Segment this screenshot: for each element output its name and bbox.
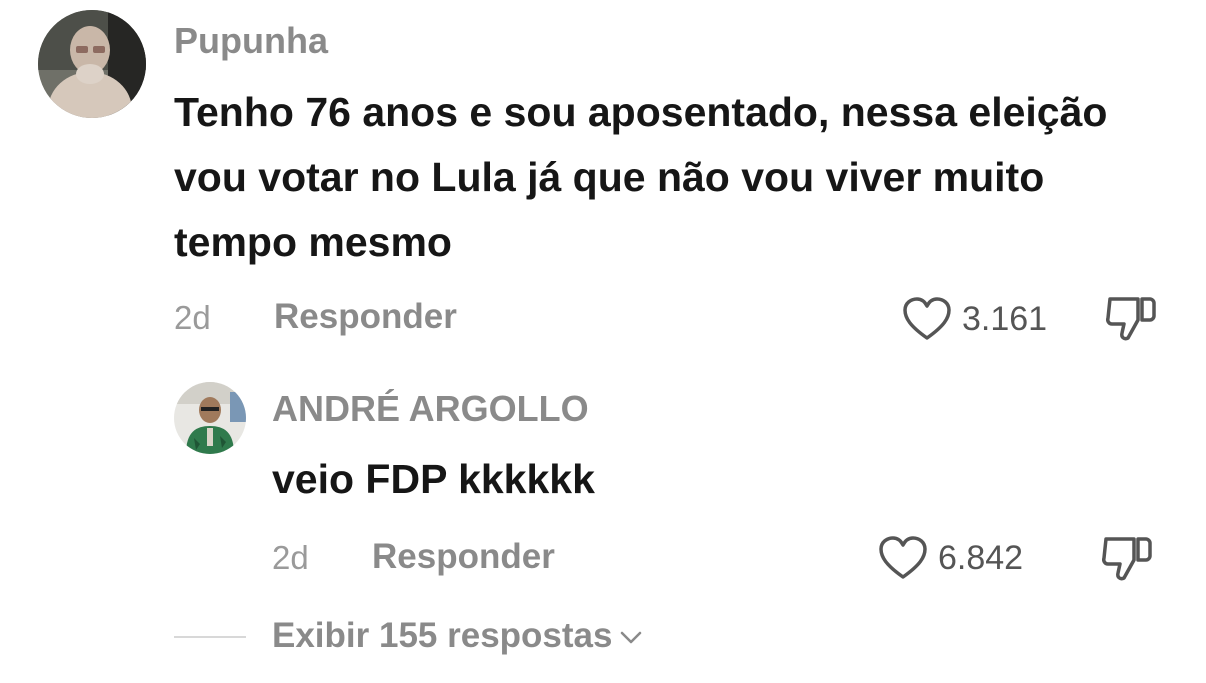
replies-divider (174, 636, 246, 638)
like-count: 3.161 (962, 299, 1048, 338)
heart-icon (879, 536, 927, 579)
view-replies-button[interactable]: Exibir 155 respostas (272, 616, 642, 656)
dislike-button[interactable] (1100, 534, 1156, 589)
comment-username[interactable]: ANDRÉ ARGOLLO (272, 388, 589, 430)
avatar[interactable] (38, 10, 146, 118)
thumbs-down-icon (1102, 537, 1152, 581)
like-count: 6.842 (938, 538, 1024, 577)
heart-icon (903, 297, 951, 340)
comment-username[interactable]: Pupunha (174, 20, 328, 62)
comment-text: veio FDP kkkkkk (272, 456, 595, 502)
avatar[interactable] (174, 382, 246, 454)
comment-text: Tenho 76 anos e sou aposentado, nessa el… (174, 89, 1108, 265)
like-button[interactable]: 6.842 (878, 535, 1023, 581)
view-replies-label: Exibir 155 respostas (272, 616, 613, 655)
chevron-down-icon (621, 631, 642, 644)
reply-button[interactable]: Responder (274, 297, 457, 337)
thumbs-down-icon (1106, 297, 1156, 341)
dislike-button[interactable] (1104, 294, 1160, 349)
reply-button[interactable]: Responder (372, 537, 555, 577)
like-button[interactable]: 3.161 (902, 296, 1047, 342)
comment-time: 2d (272, 539, 309, 576)
comment-time: 2d (174, 299, 211, 336)
